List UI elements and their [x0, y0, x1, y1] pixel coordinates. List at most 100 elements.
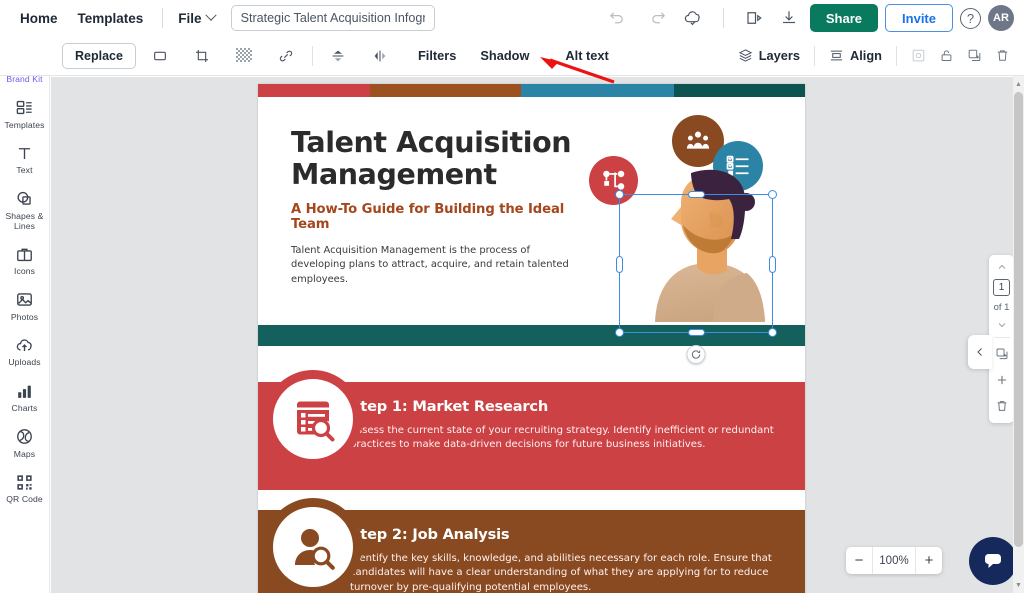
person-search-icon	[289, 523, 337, 571]
scroll-down-arrow[interactable]: ▼	[1013, 579, 1024, 591]
page-panel-divider	[994, 337, 1010, 338]
duplicate-icon[interactable]	[960, 42, 988, 70]
canvas-area[interactable]: Talent Acquisition Management A How-To G…	[51, 77, 1024, 593]
layers-icon	[738, 48, 753, 63]
person-illustration	[647, 167, 772, 322]
lock-icon[interactable]	[932, 42, 960, 70]
redo-icon[interactable]	[645, 4, 673, 32]
sidebar-item-uploads[interactable]: Uploads	[0, 329, 49, 375]
link-icon[interactable]	[272, 42, 300, 70]
header-divider	[162, 8, 163, 28]
step-row-1[interactable]: Step 1: Market Research Assess the curre…	[258, 382, 805, 490]
top-color-bar	[258, 84, 805, 97]
chat-support-button[interactable]	[969, 537, 1017, 585]
sidebar-item-qr-code[interactable]: QR Code	[0, 466, 49, 512]
left-sidebar: Brand Kit Templates Text Shapes & Lines …	[0, 36, 50, 593]
scroll-up-arrow[interactable]: ▲	[1013, 78, 1024, 90]
delete-page-icon[interactable]	[995, 396, 1009, 416]
vertical-scrollbar[interactable]: ▲ ▼	[1013, 0, 1024, 593]
position-icon	[904, 42, 932, 70]
chat-bubble-icon	[981, 549, 1005, 573]
step-row-2[interactable]: Step 2: Job Analysis Identify the key sk…	[258, 510, 805, 593]
sidebar-label-maps: Maps	[14, 450, 35, 460]
chevron-up-icon[interactable]	[996, 261, 1008, 273]
sidebar-label-shapes-lines: Shapes & Lines	[0, 212, 49, 231]
hero-illustration[interactable]	[585, 115, 795, 325]
sidebar-label-charts: Charts	[12, 404, 38, 414]
hero-section: Talent Acquisition Management A How-To G…	[258, 97, 805, 325]
nav-templates[interactable]: Templates	[68, 6, 154, 31]
file-menu-label: File	[178, 11, 201, 26]
design-page[interactable]: Talent Acquisition Management A How-To G…	[258, 84, 805, 593]
document-title-input[interactable]	[231, 5, 435, 31]
avatar[interactable]: AR	[988, 5, 1014, 31]
duplicate-page-icon[interactable]	[995, 344, 1009, 364]
transparency-icon[interactable]	[230, 42, 258, 70]
uploads-icon	[15, 335, 34, 355]
zoom-in-button[interactable]: +	[916, 547, 942, 574]
filters-button[interactable]: Filters	[406, 43, 468, 68]
step-1-body: Assess the current state of your recruit…	[350, 424, 781, 453]
color-band-red	[258, 84, 370, 97]
sidebar-item-charts[interactable]: Charts	[0, 375, 49, 421]
flip-horizontal-icon[interactable]	[366, 42, 394, 70]
zoom-value[interactable]: 100%	[872, 547, 916, 574]
chevron-down-icon	[205, 10, 216, 21]
chevron-down-icon[interactable]	[996, 319, 1008, 331]
toolbar-divider-2	[814, 46, 815, 66]
flip-vertical-icon[interactable]	[324, 42, 352, 70]
sidebar-item-templates[interactable]: Templates	[0, 92, 49, 138]
teal-divider-band	[258, 325, 805, 346]
sidebar-label-brand-kit: Brand Kit	[6, 75, 42, 85]
icons-icon	[15, 244, 34, 264]
zoom-control: − 100% +	[846, 547, 942, 574]
scrollbar-thumb[interactable]	[1014, 92, 1023, 547]
step-2-body: Identify the key skills, knowledge, and …	[350, 552, 781, 593]
sidebar-item-maps[interactable]: Maps	[0, 421, 49, 467]
step-2-icon-circle	[264, 498, 362, 593]
qr-code-icon	[15, 472, 34, 492]
step-1-heading: Step 1: Market Research	[350, 398, 781, 415]
templates-icon	[15, 98, 34, 118]
charts-icon	[15, 381, 34, 401]
sidebar-label-qr-code: QR Code	[6, 495, 43, 505]
file-menu[interactable]: File	[172, 6, 220, 31]
maps-icon	[15, 427, 34, 447]
invite-button[interactable]: Invite	[885, 4, 953, 32]
align-button[interactable]: Align	[822, 43, 889, 68]
toolbar-divider-3	[896, 46, 897, 66]
sidebar-item-text[interactable]: Text	[0, 137, 49, 183]
toolbar-icon-group	[136, 42, 394, 70]
replace-button[interactable]: Replace	[62, 43, 136, 69]
frame-icon[interactable]	[146, 42, 174, 70]
present-icon[interactable]	[740, 4, 768, 32]
zoom-out-button[interactable]: −	[846, 547, 872, 574]
align-icon	[829, 48, 844, 63]
sidebar-item-photos[interactable]: Photos	[0, 284, 49, 330]
sidebar-item-shapes-lines[interactable]: Shapes & Lines	[0, 183, 49, 238]
photos-icon	[15, 290, 34, 310]
step-1-text: Step 1: Market Research Assess the curre…	[350, 398, 781, 453]
trash-icon[interactable]	[988, 42, 1016, 70]
shadow-button[interactable]: Shadow	[468, 43, 541, 68]
panel-collapse-button[interactable]	[968, 335, 992, 369]
cloud-saved-icon[interactable]	[679, 4, 707, 32]
layers-button[interactable]: Layers	[731, 43, 807, 68]
sidebar-item-icons[interactable]: Icons	[0, 238, 49, 284]
shapes-lines-icon	[15, 189, 34, 209]
undo-icon[interactable]	[603, 4, 631, 32]
nav-home[interactable]: Home	[10, 6, 68, 31]
add-page-icon[interactable]	[995, 370, 1009, 390]
current-page-number[interactable]: 1	[993, 279, 1010, 296]
sidebar-label-icons: Icons	[14, 267, 35, 277]
sidebar-label-text: Text	[16, 166, 32, 176]
rotate-icon[interactable]	[687, 345, 706, 364]
layers-label: Layers	[759, 48, 800, 63]
help-icon[interactable]: ?	[960, 8, 981, 29]
undo-redo-group	[603, 4, 673, 32]
chevron-left-icon	[974, 346, 986, 358]
alt-text-button[interactable]: Alt text	[553, 43, 620, 68]
crop-icon[interactable]	[188, 42, 216, 70]
share-button[interactable]: Share	[810, 4, 878, 32]
download-icon[interactable]	[775, 4, 803, 32]
